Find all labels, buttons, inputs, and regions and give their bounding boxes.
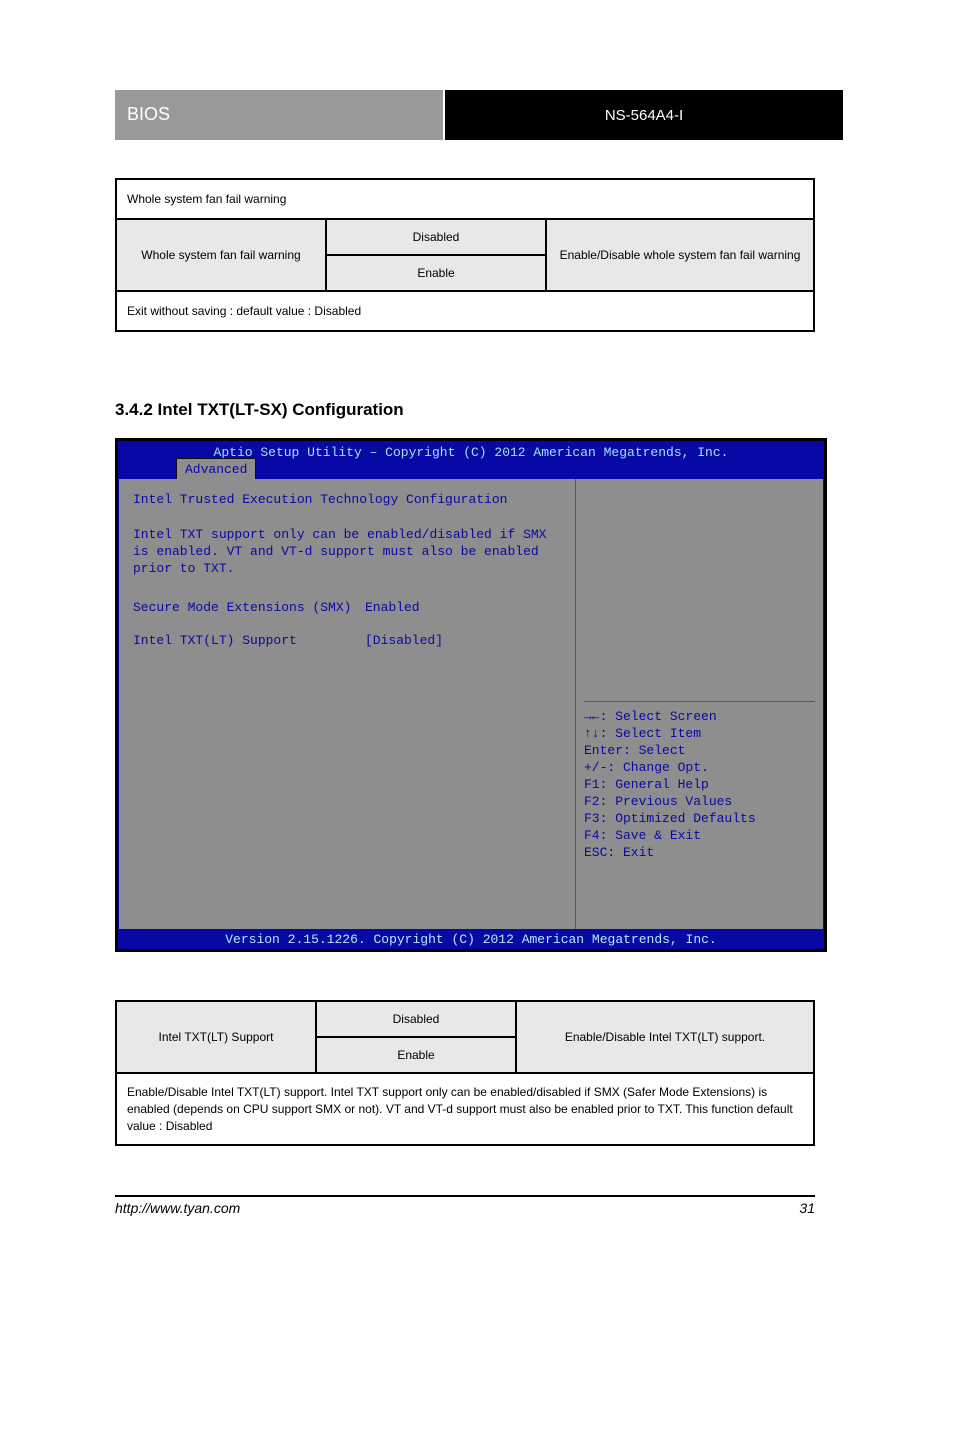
table1-default-note: Exit without saving : default value : Di… (116, 291, 814, 331)
page-header-banner: BIOS NS-564A4-I (115, 90, 843, 140)
table2-option2: Enable (316, 1037, 516, 1073)
bios-help-line-8: ESC: Exit (584, 844, 815, 861)
bios-txt-value[interactable]: [Disabled] (365, 632, 443, 649)
bios-left-pane: Intel Trusted Execution Technology Confi… (119, 479, 575, 929)
feature-table-txt: Intel TXT(LT) Support Disabled Enable/Di… (115, 1000, 815, 1146)
page-footer: http://www.tyan.com 31 (115, 1200, 815, 1216)
bios-help-line-7: F4: Save & Exit (584, 827, 815, 844)
table1-option1: Disabled (326, 219, 546, 255)
bios-help-line-3: +/-: Change Opt. (584, 759, 815, 776)
table2-desc-text: Enable/Disable Intel TXT(LT) support. In… (116, 1073, 814, 1145)
table2-description: Enable/Disable Intel TXT(LT) support. (516, 1001, 814, 1073)
bios-row-smx: Secure Mode Extensions (SMX) Enabled (133, 599, 561, 616)
bios-body: Intel Trusted Execution Technology Confi… (118, 479, 824, 929)
header-left-block: BIOS (115, 90, 445, 140)
feature-table-fan: Whole system fan fail warning Whole syst… (115, 178, 815, 332)
footer-page-number: 31 (799, 1200, 815, 1216)
footer-url: http://www.tyan.com (115, 1200, 240, 1216)
bios-help-line-6: F3: Optimized Defaults (584, 810, 815, 827)
bios-smx-value: Enabled (365, 599, 420, 616)
bios-help-line-1: ↑↓: Select Item (584, 725, 815, 742)
header-right-title: NS-564A4-I (605, 107, 683, 124)
footer-rule (115, 1195, 815, 1197)
bios-right-pane: →←: Select Screen ↑↓: Select Item Enter:… (575, 479, 823, 929)
bios-tab-advanced[interactable]: Advanced (176, 458, 256, 479)
header-left-title: BIOS (127, 104, 170, 125)
bios-help-line-0: →←: Select Screen (584, 708, 815, 725)
bios-row-txt[interactable]: Intel TXT(LT) Support [Disabled] (133, 632, 561, 649)
bios-body-title: Intel Trusted Execution Technology Confi… (133, 491, 561, 508)
bios-smx-label: Secure Mode Extensions (SMX) (133, 599, 365, 616)
bios-help-block: →←: Select Screen ↑↓: Select Item Enter:… (584, 701, 815, 861)
bios-txt-label: Intel TXT(LT) Support (133, 632, 365, 649)
bios-footer: Version 2.15.1226. Copyright (C) 2012 Am… (118, 929, 824, 949)
bios-help-line-5: F2: Previous Values (584, 793, 815, 810)
bios-help-line-2: Enter: Select (584, 742, 815, 759)
bios-topbar: Aptio Setup Utility – Copyright (C) 2012… (118, 441, 824, 479)
section-title: 3.4.2 Intel TXT(LT-SX) Configuration (115, 400, 404, 420)
table1-title: Whole system fan fail warning (116, 179, 814, 219)
table1-feature-cell: Whole system fan fail warning (116, 219, 326, 291)
bios-body-paragraph: Intel TXT support only can be enabled/di… (133, 526, 561, 577)
bios-help-line-4: F1: General Help (584, 776, 815, 793)
table2-option1: Disabled (316, 1001, 516, 1037)
table1-option2: Enable (326, 255, 546, 291)
bios-screenshot: Aptio Setup Utility – Copyright (C) 2012… (115, 438, 827, 952)
table1-description: Enable/Disable whole system fan fail war… (546, 219, 814, 291)
header-right-block: NS-564A4-I (445, 90, 843, 140)
table2-feature-cell: Intel TXT(LT) Support (116, 1001, 316, 1073)
